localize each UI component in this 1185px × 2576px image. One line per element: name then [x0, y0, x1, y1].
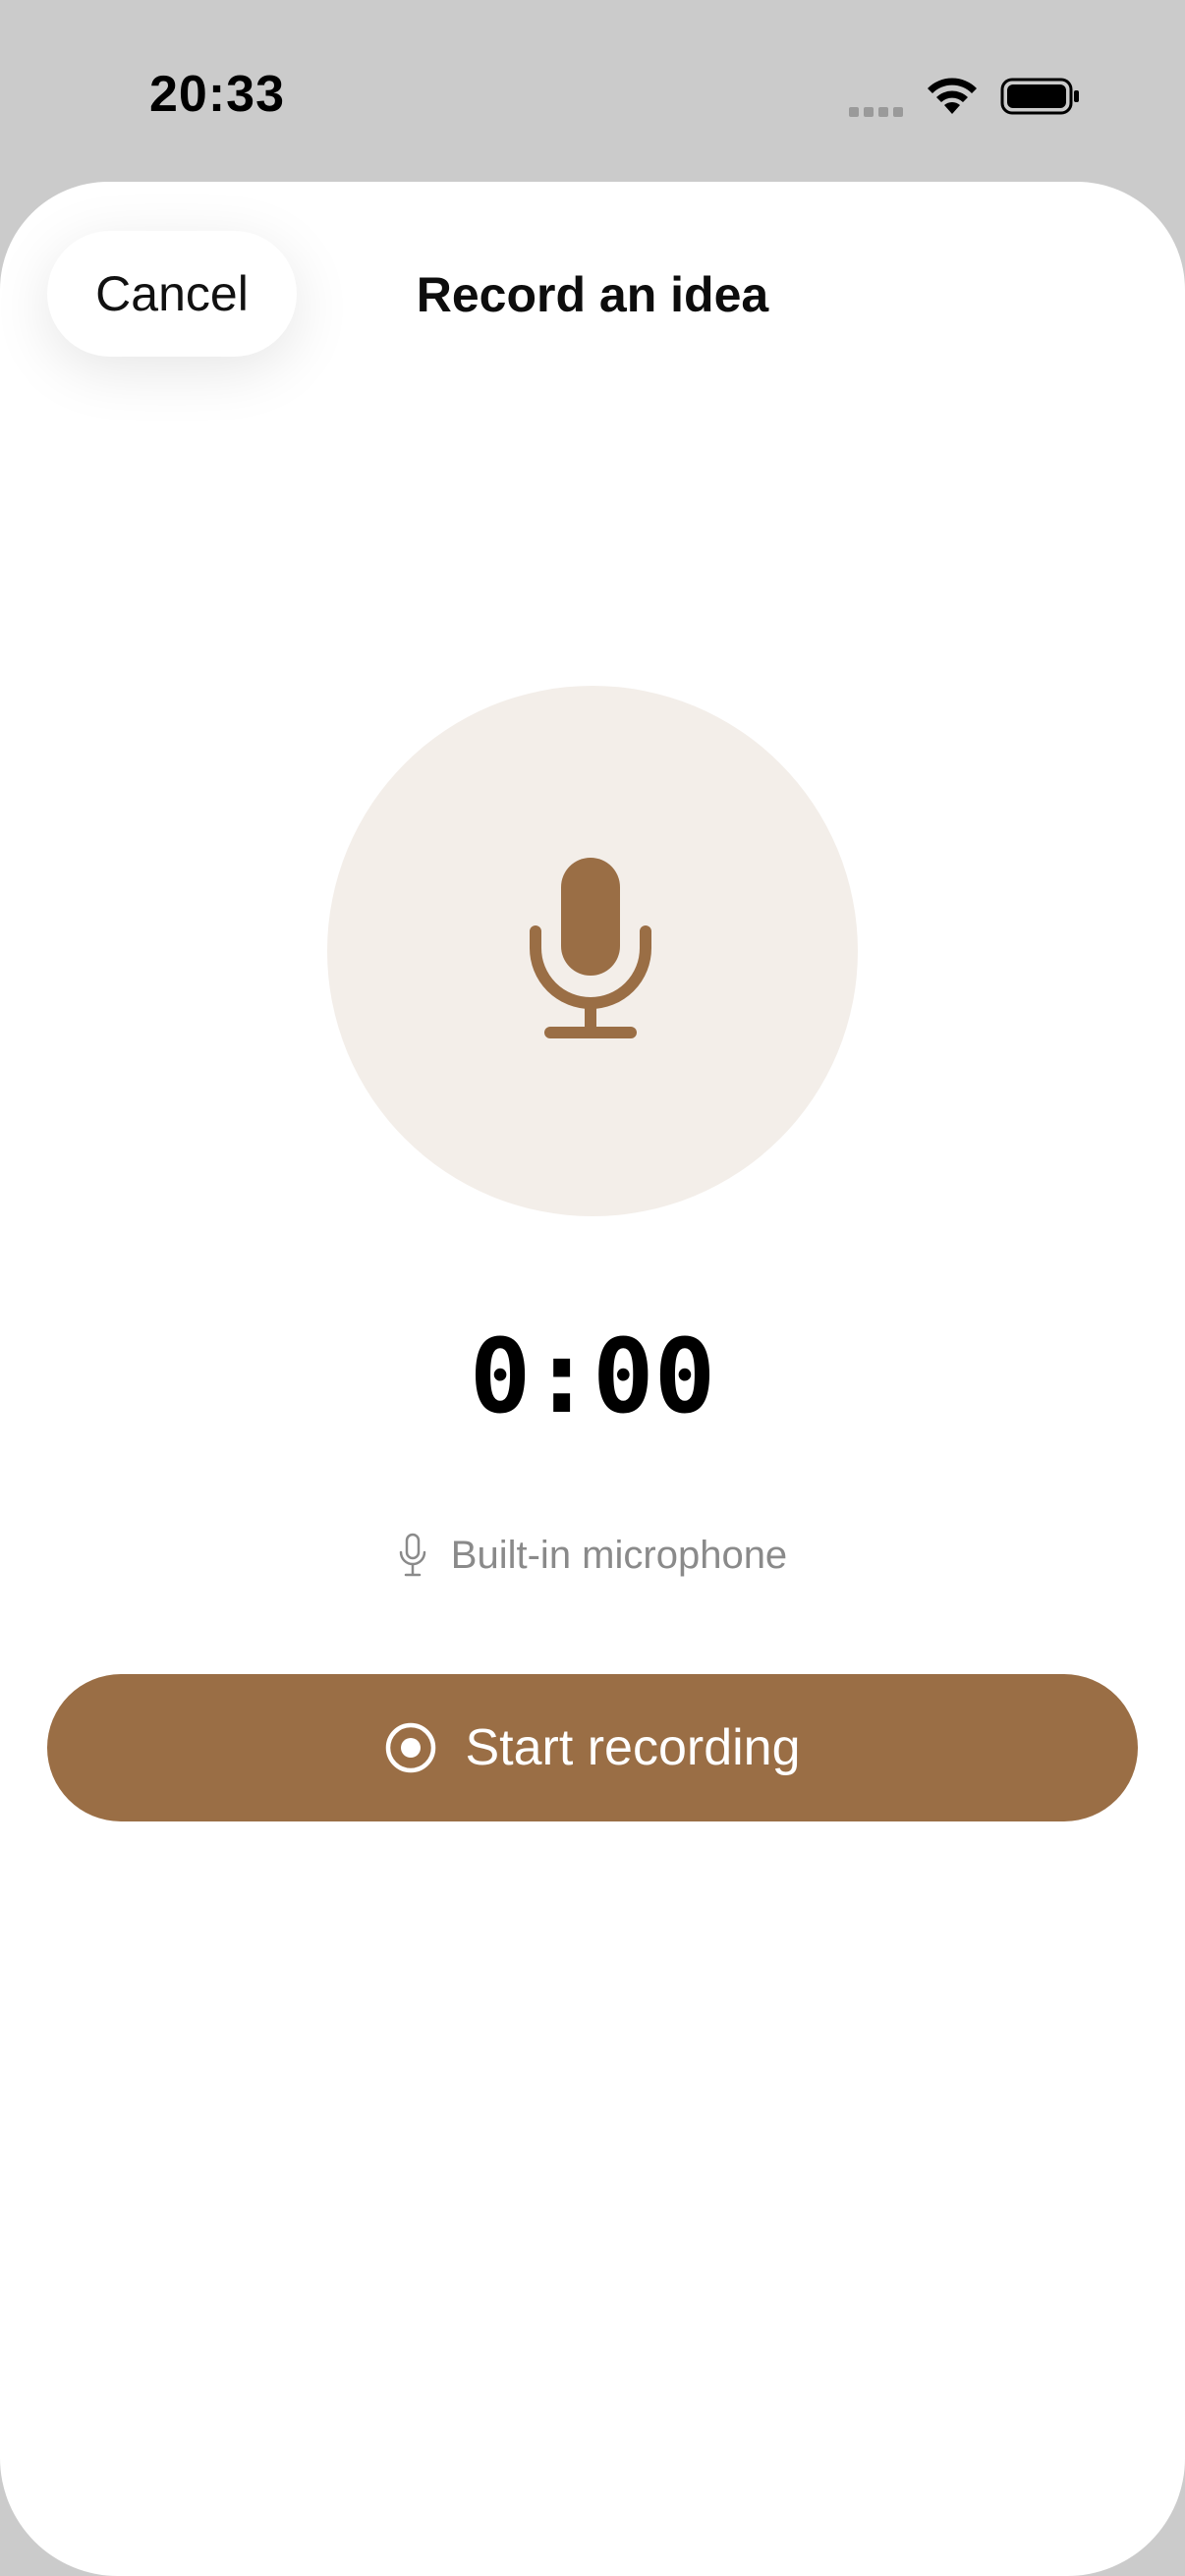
start-recording-button[interactable]: Start recording [47, 1674, 1138, 1821]
input-source: Built-in microphone [0, 1533, 1185, 1578]
mic-circle [327, 686, 858, 1216]
recording-timer: 0:00 [469, 1316, 716, 1436]
start-recording-label: Start recording [465, 1719, 801, 1776]
status-bar: 20:33 [0, 0, 1185, 182]
microphone-small-icon [399, 1533, 426, 1577]
screen: 20:33 Cancel Record an idea 0:00 Built-i… [0, 0, 1185, 2576]
status-time: 20:33 [149, 66, 285, 123]
record-icon [386, 1722, 436, 1773]
page-title: Record an idea [416, 267, 769, 322]
battery-icon [1000, 78, 1079, 115]
wifi-icon [928, 78, 977, 114]
microphone-icon [530, 858, 651, 1038]
input-source-label: Built-in microphone [450, 1533, 788, 1577]
signal-dots-icon [849, 104, 908, 117]
